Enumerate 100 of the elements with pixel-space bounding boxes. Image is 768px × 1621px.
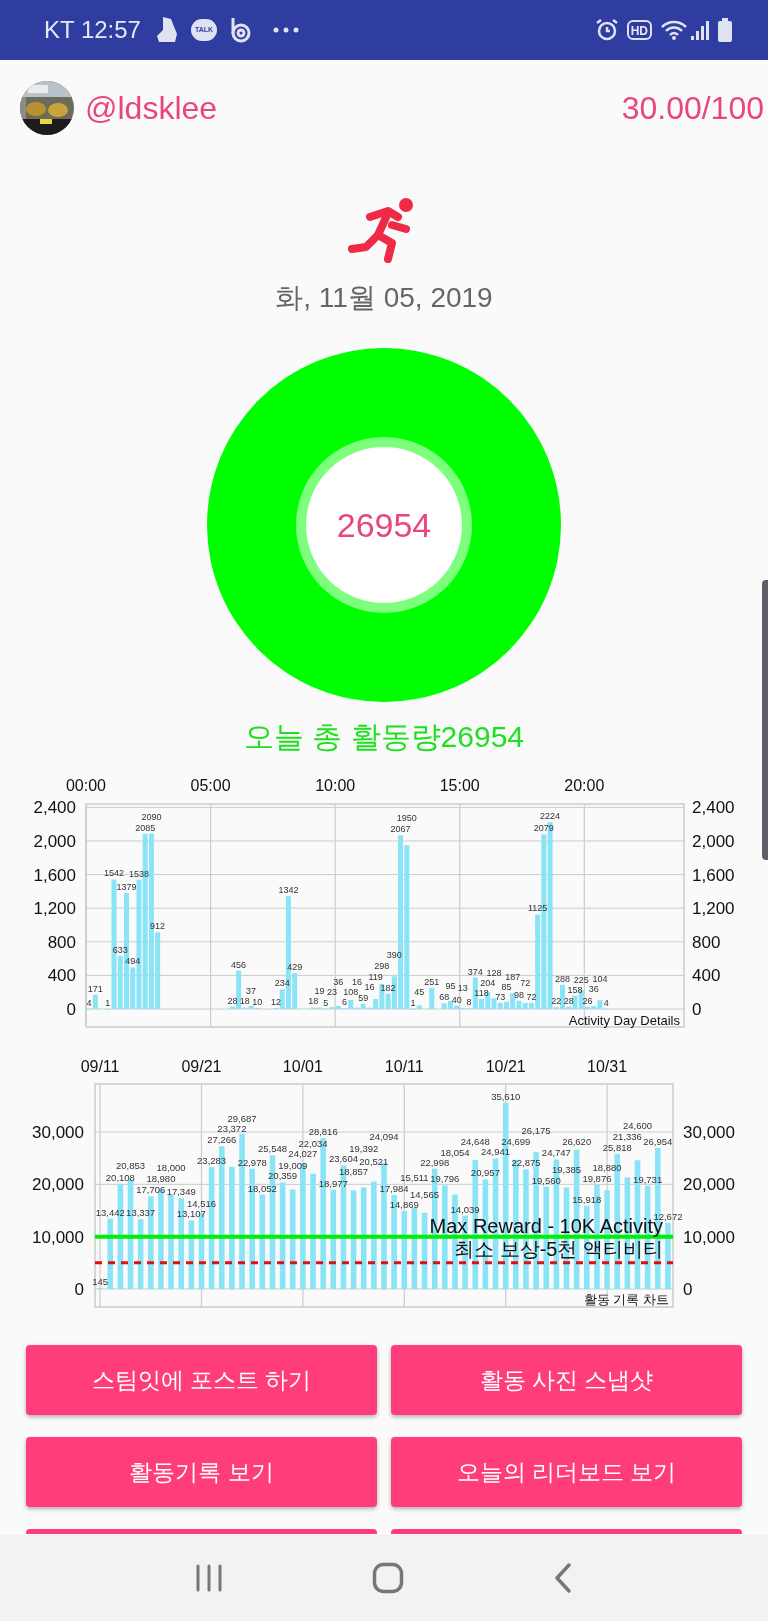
data-label: 14,869 xyxy=(389,1199,419,1211)
data-label: 1 xyxy=(410,997,416,1008)
data-label: 25,548 xyxy=(257,1143,287,1155)
data-label: 18,857 xyxy=(339,1166,369,1178)
axis-label: 400 xyxy=(692,966,721,986)
data-label: 145 xyxy=(92,1276,108,1288)
chart-title: 활동 기록 차트 xyxy=(583,1292,669,1307)
wifi-icon xyxy=(660,19,688,41)
bar xyxy=(665,1222,671,1289)
data-label: 18,980 xyxy=(146,1173,176,1185)
data-label: 1342 xyxy=(278,885,299,896)
data-label: 24,699 xyxy=(501,1135,531,1147)
data-label: 98 xyxy=(513,989,524,1000)
data-label: 104 xyxy=(592,974,608,985)
data-label: 19,731 xyxy=(633,1173,663,1185)
reference-label: 최소 보상-5천 액티비티 xyxy=(454,1237,663,1260)
data-label: 18,054 xyxy=(440,1146,470,1158)
data-label: 37 xyxy=(246,985,257,996)
data-label: 20,521 xyxy=(359,1156,389,1168)
axis-label: 20:00 xyxy=(564,777,605,794)
axis-label: 15:00 xyxy=(439,777,480,794)
action-button[interactable]: 스팀잇에 포스트 하기 xyxy=(26,1345,377,1415)
data-label: 28 xyxy=(227,995,238,1006)
action-button[interactable]: 오늘의 리더보드 보기 xyxy=(391,1437,742,1507)
data-label: 5 xyxy=(323,997,329,1008)
data-label: 15,918 xyxy=(572,1193,602,1205)
signal-icon xyxy=(690,19,710,41)
data-label: 13 xyxy=(457,983,468,994)
data-label: 10 xyxy=(252,997,263,1008)
data-label: 35,610 xyxy=(491,1090,521,1102)
data-label: 1542 xyxy=(104,868,125,879)
axis-label: 0 xyxy=(692,1000,702,1019)
data-label: 13,442 xyxy=(95,1206,125,1218)
data-label: 26,175 xyxy=(521,1125,551,1136)
data-label: 24,027 xyxy=(288,1148,318,1160)
recent-apps-icon[interactable] xyxy=(194,1563,223,1593)
score-text: 30.00/100 xyxy=(621,88,764,128)
data-label: 24,648 xyxy=(460,1136,490,1147)
data-label: 6 xyxy=(342,997,347,1008)
data-label: 22,034 xyxy=(298,1137,328,1149)
back-icon[interactable] xyxy=(553,1562,574,1594)
data-label: 4 xyxy=(603,997,609,1008)
data-label: 494 xyxy=(125,956,141,967)
data-label: 28 xyxy=(563,995,574,1006)
data-label: 22,998 xyxy=(420,1156,450,1168)
axis-label: 09/21 xyxy=(181,1058,222,1075)
data-label: 187 xyxy=(505,971,521,982)
data-label: 20,108 xyxy=(105,1171,135,1183)
data-label: 28,816 xyxy=(308,1126,338,1138)
axis-label: 1,600 xyxy=(33,865,76,885)
data-label: 68 xyxy=(439,992,450,1003)
data-label: 171 xyxy=(87,983,103,994)
data-label: 108 xyxy=(343,987,359,998)
data-label: 119 xyxy=(368,971,383,982)
data-label: 429 xyxy=(287,961,303,972)
data-label: 16 xyxy=(351,977,362,988)
axis-label: 20,000 xyxy=(32,1175,84,1195)
data-label: 2067 xyxy=(390,824,411,835)
data-label: 15,511 xyxy=(400,1171,429,1183)
data-label: 20,957 xyxy=(470,1167,500,1179)
data-label: 24,941 xyxy=(481,1146,511,1158)
data-label: 17,706 xyxy=(136,1184,166,1196)
username: @ldsklee xyxy=(85,88,218,128)
data-label: 234 xyxy=(274,978,290,989)
data-label: 36 xyxy=(588,984,599,995)
axis-label: 2,000 xyxy=(692,831,735,851)
axis-label: 800 xyxy=(47,932,76,952)
action-button[interactable]: 활동기록 보기 xyxy=(26,1437,377,1507)
data-label: 24,094 xyxy=(369,1131,399,1143)
axis-label: 10,000 xyxy=(683,1227,735,1247)
axis-label: 10,000 xyxy=(32,1227,84,1247)
action-button[interactable]: 활동 사진 스냅샷 xyxy=(391,1345,742,1415)
data-label: 12 xyxy=(271,997,281,1007)
more-icon xyxy=(272,27,299,33)
bar xyxy=(107,1218,113,1289)
data-label: 29,687 xyxy=(227,1112,257,1124)
data-label: 912 xyxy=(150,921,166,932)
axis-label: 05:00 xyxy=(190,777,231,794)
axis-label: 1,600 xyxy=(692,865,735,885)
axis-label: 10/31 xyxy=(587,1058,628,1075)
data-label: 72 xyxy=(526,991,537,1002)
data-label: 19 xyxy=(314,985,325,996)
home-icon[interactable] xyxy=(372,1562,404,1594)
data-label: 72 xyxy=(520,978,531,989)
data-label: 14,516 xyxy=(186,1198,216,1210)
data-label: 1538 xyxy=(128,868,149,879)
data-label: 25,818 xyxy=(602,1141,632,1153)
data-label: 19,385 xyxy=(552,1163,582,1175)
data-label: 118 xyxy=(474,988,489,999)
data-label: 14,565 xyxy=(410,1188,440,1200)
data-label: 1950 xyxy=(396,813,417,824)
data-label: 26 xyxy=(582,995,593,1006)
axis-label: 10/21 xyxy=(485,1058,526,1075)
data-label: 4 xyxy=(86,997,92,1008)
data-label: 2224 xyxy=(540,811,561,822)
axis-label: 1,200 xyxy=(33,899,76,919)
axis-label: 10/01 xyxy=(282,1058,323,1075)
data-label: 24,600 xyxy=(623,1119,653,1131)
data-label: 22,978 xyxy=(237,1156,267,1168)
data-label: 22,875 xyxy=(511,1157,541,1169)
